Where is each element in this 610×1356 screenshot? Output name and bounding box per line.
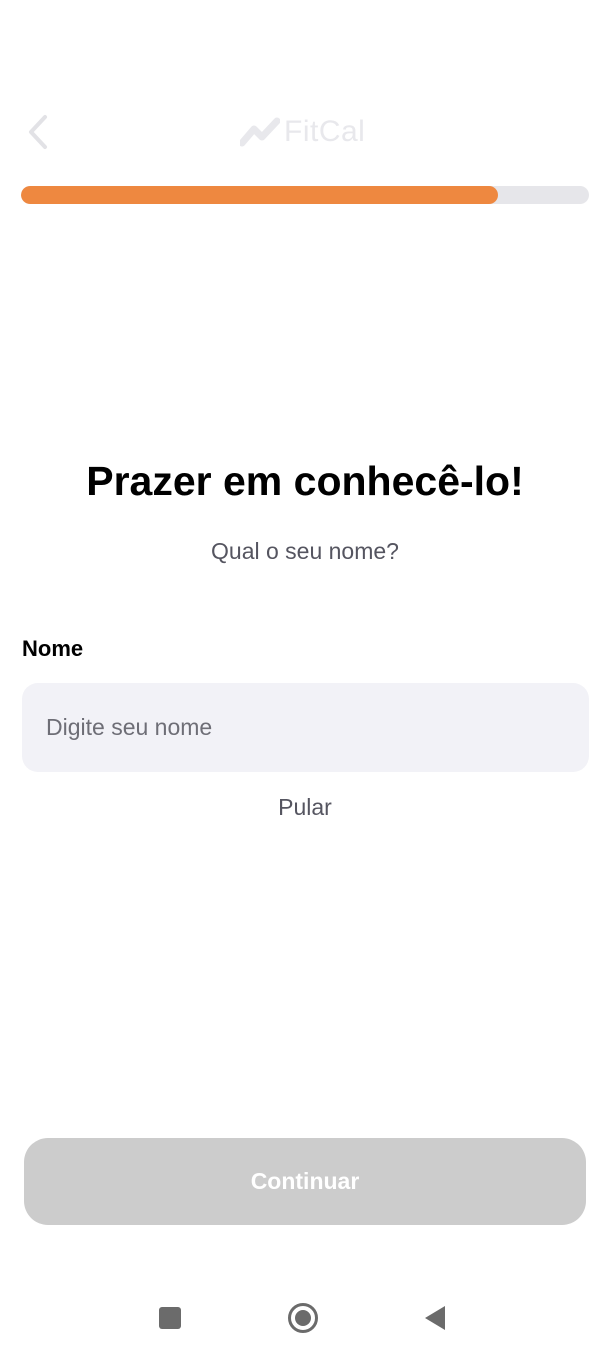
recents-button[interactable]: [140, 1290, 200, 1346]
skip-link[interactable]: Pular: [0, 794, 610, 821]
back-button[interactable]: [18, 110, 58, 154]
page-title: Prazer em conhecê-lo!: [86, 458, 524, 504]
system-navigation-bar: [0, 1290, 610, 1350]
progress-bar-fill: [21, 186, 499, 204]
app-logo: FitCal: [240, 114, 365, 150]
onboarding-screen: FitCal Prazer em conhecê-lo! Qual o seu …: [0, 0, 610, 1356]
system-back-button[interactable]: [405, 1290, 465, 1346]
page-subtitle: Qual o seu nome?: [211, 538, 399, 564]
header: FitCal: [0, 100, 610, 164]
name-input[interactable]: [22, 683, 589, 772]
app-logo-text: FitCal: [284, 115, 366, 148]
chevron-left-icon: [29, 115, 47, 149]
circle-home-icon: [288, 1303, 318, 1333]
square-icon: [159, 1307, 181, 1329]
name-field-label: Nome: [22, 636, 84, 661]
home-button[interactable]: [273, 1290, 333, 1346]
continue-button[interactable]: Continuar: [24, 1138, 586, 1225]
trend-line-icon: [240, 117, 280, 147]
progress-bar: [21, 186, 589, 204]
triangle-back-icon: [425, 1306, 445, 1330]
